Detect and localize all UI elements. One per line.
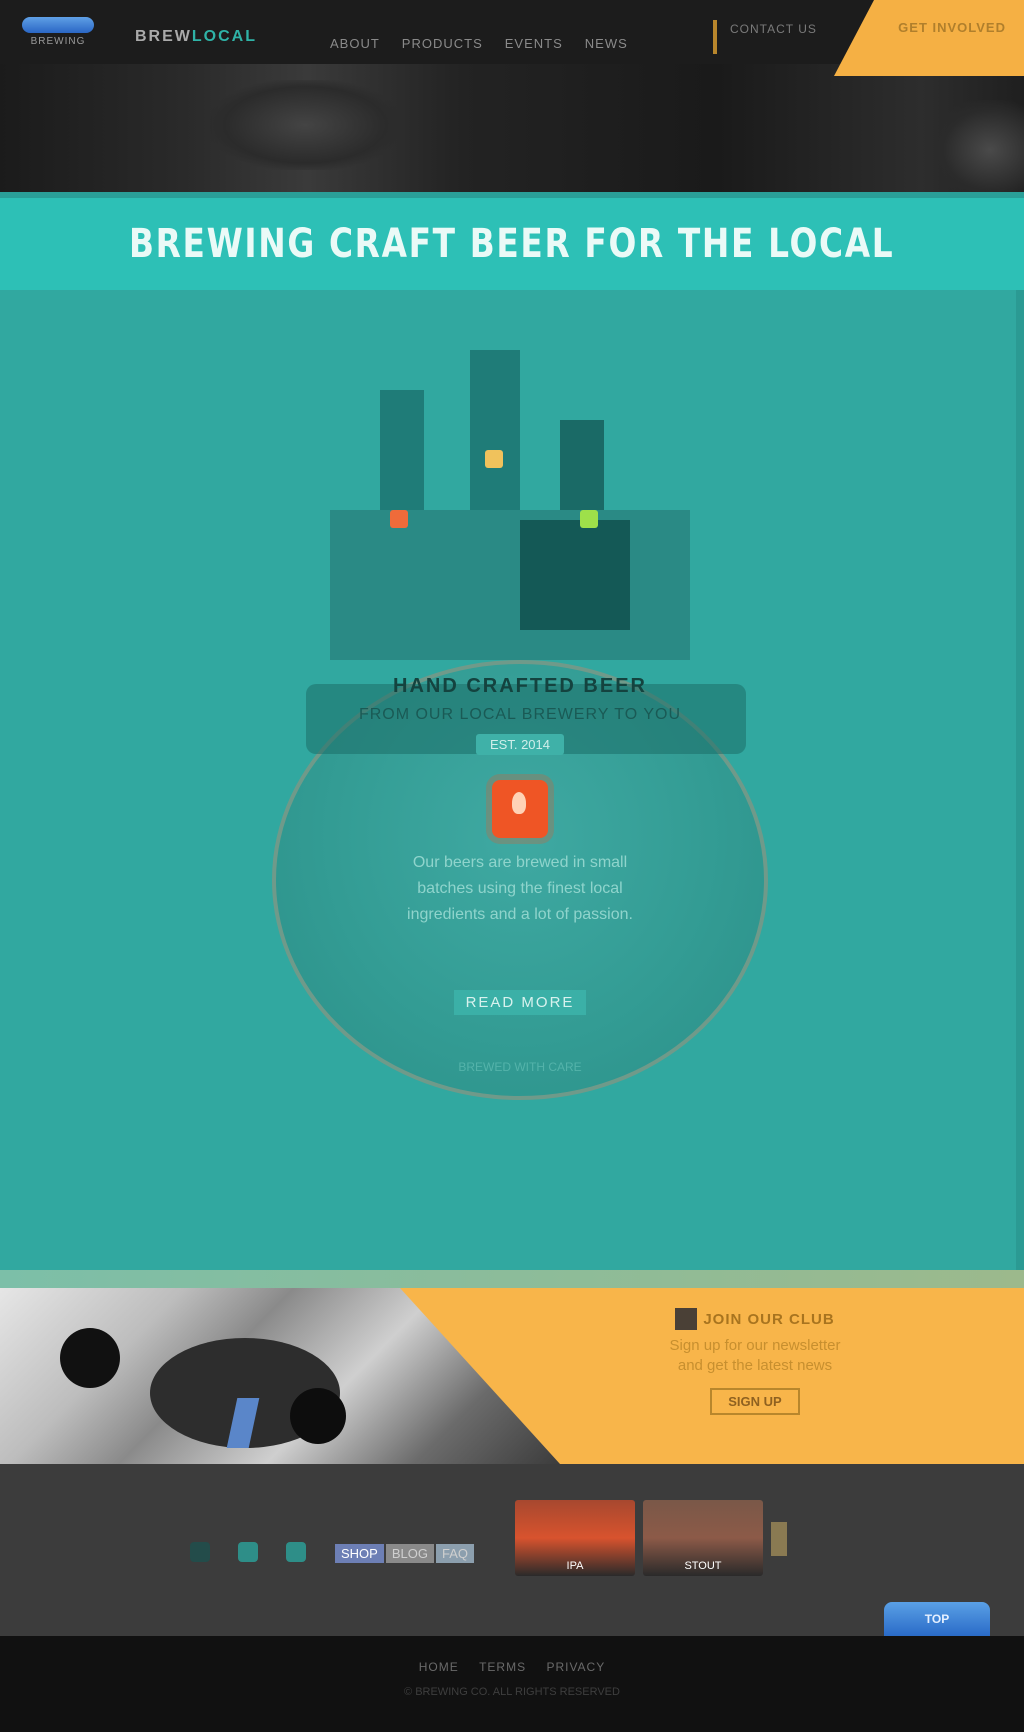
twitter-icon[interactable] bbox=[190, 1542, 210, 1562]
nav-item-news[interactable]: NEWS bbox=[585, 36, 628, 51]
more-thumbnails-icon[interactable] bbox=[771, 1522, 787, 1556]
copyright-text: © BREWING CO. ALL RIGHTS RESERVED bbox=[404, 1686, 620, 1698]
footer-link-shop[interactable]: SHOP bbox=[335, 1544, 384, 1563]
machine-part-shape bbox=[290, 1388, 346, 1444]
promo-title: JOIN OUR CLUB bbox=[630, 1308, 880, 1330]
promo-description: Sign up for our newsletter and get the l… bbox=[630, 1336, 880, 1376]
footer-link-terms[interactable]: TERMS bbox=[479, 1660, 526, 1674]
header-image-detail bbox=[930, 100, 1024, 192]
building-base-shape bbox=[330, 510, 690, 660]
social-links bbox=[190, 1542, 306, 1562]
promo-image bbox=[0, 1288, 560, 1464]
brand-suffix: LOCAL bbox=[191, 28, 257, 45]
instagram-icon[interactable] bbox=[286, 1542, 306, 1562]
read-more-button[interactable]: READ MORE bbox=[453, 990, 587, 1015]
beer-thumbnails: IPA STOUT bbox=[515, 1500, 787, 1576]
club-icon bbox=[675, 1308, 698, 1330]
back-to-top-button[interactable]: TOP bbox=[884, 1602, 990, 1636]
promo-banner: JOIN OUR CLUB Sign up for our newsletter… bbox=[0, 1270, 1024, 1464]
site-header: BREWING BREWLOCAL ABOUT PRODUCTS EVENTS … bbox=[0, 0, 1024, 192]
beer-thumbnail[interactable]: STOUT bbox=[643, 1500, 763, 1576]
top-navigation-bar: BREWING BREWLOCAL ABOUT PRODUCTS EVENTS … bbox=[0, 0, 1024, 76]
body-line: ingredients and a lot of passion. bbox=[407, 906, 633, 923]
promo-copy: JOIN OUR CLUB Sign up for our newsletter… bbox=[630, 1308, 880, 1415]
illustration-heading-line1: HAND CRAFTED BEER bbox=[393, 675, 647, 697]
main-nav: ABOUT PRODUCTS EVENTS NEWS bbox=[330, 36, 628, 51]
site-logo[interactable]: BREWING bbox=[18, 14, 98, 50]
read-more-wrapper: READ MORE bbox=[260, 990, 780, 1015]
brand-prefix: BREW bbox=[135, 28, 192, 45]
footer-widgets: SHOP BLOG FAQ IPA STOUT TOP bbox=[0, 1464, 1024, 1636]
sign-up-button[interactable]: SIGN UP bbox=[710, 1388, 800, 1415]
building-shadow-shape bbox=[520, 520, 630, 630]
promo-desc-line: and get the latest news bbox=[677, 1357, 833, 1374]
illustration-body: Our beers are brewed in small batches us… bbox=[320, 850, 720, 928]
footer-links: HOME TERMS PRIVACY bbox=[0, 1660, 1024, 1674]
promo-divider bbox=[0, 1270, 1024, 1288]
est-badge: EST. 2014 bbox=[476, 734, 564, 755]
site-footer: HOME TERMS PRIVACY © BREWING CO. ALL RIG… bbox=[0, 1636, 1024, 1732]
nav-item-events[interactable]: EVENTS bbox=[505, 36, 563, 51]
window-light-icon bbox=[485, 450, 503, 468]
brand-name[interactable]: BREWLOCAL bbox=[135, 28, 257, 46]
footer-link-faq[interactable]: FAQ bbox=[435, 1544, 474, 1563]
page-title: BREWING CRAFT BEER FOR THE LOCAL bbox=[129, 221, 895, 267]
illustration-heading-line2: FROM OUR LOCAL BREWERY TO YOU bbox=[358, 706, 682, 723]
nav-divider bbox=[713, 20, 717, 54]
page-title-bar: BREWING CRAFT BEER FOR THE LOCAL bbox=[0, 192, 1024, 290]
hero-illustration: HAND CRAFTED BEER FROM OUR LOCAL BREWERY… bbox=[260, 350, 780, 1110]
footer-link-home[interactable]: HOME bbox=[419, 1660, 459, 1674]
illustration-heading: HAND CRAFTED BEER FROM OUR LOCAL BREWERY… bbox=[260, 675, 780, 755]
footer-link-privacy[interactable]: PRIVACY bbox=[546, 1660, 605, 1674]
body-line: batches using the finest local bbox=[417, 880, 623, 897]
header-hero-image bbox=[0, 64, 1024, 192]
header-image-detail bbox=[210, 80, 400, 170]
logo-text: BREWING bbox=[30, 36, 86, 47]
scrollbar-track[interactable] bbox=[1016, 290, 1024, 1270]
nav-item-about[interactable]: ABOUT bbox=[330, 36, 380, 51]
illustration-footnote: BREWED WITH CARE bbox=[458, 1060, 582, 1074]
window-light-icon bbox=[580, 510, 598, 528]
main-content: HAND CRAFTED BEER FROM OUR LOCAL BREWERY… bbox=[0, 290, 1024, 1270]
promo-title-text: JOIN OUR CLUB bbox=[703, 1310, 835, 1328]
logo-mark-icon bbox=[22, 17, 94, 33]
machine-part-shape bbox=[60, 1328, 120, 1388]
window-light-icon bbox=[390, 510, 408, 528]
footer-link-blog[interactable]: BLOG bbox=[385, 1544, 434, 1563]
promo-desc-line: Sign up for our newsletter bbox=[669, 1337, 841, 1354]
nav-item-products[interactable]: PRODUCTS bbox=[402, 36, 483, 51]
get-involved-button[interactable]: GET INVOLVED bbox=[834, 0, 1024, 76]
body-line: Our beers are brewed in small bbox=[412, 854, 628, 871]
nav-item-contact[interactable]: CONTACT US bbox=[730, 22, 817, 36]
facebook-icon[interactable] bbox=[238, 1542, 258, 1562]
footer-pill-links: SHOP BLOG FAQ bbox=[335, 1544, 474, 1563]
flame-icon bbox=[492, 780, 548, 838]
beer-thumbnail[interactable]: IPA bbox=[515, 1500, 635, 1576]
brewery-towers-illustration bbox=[330, 350, 690, 670]
